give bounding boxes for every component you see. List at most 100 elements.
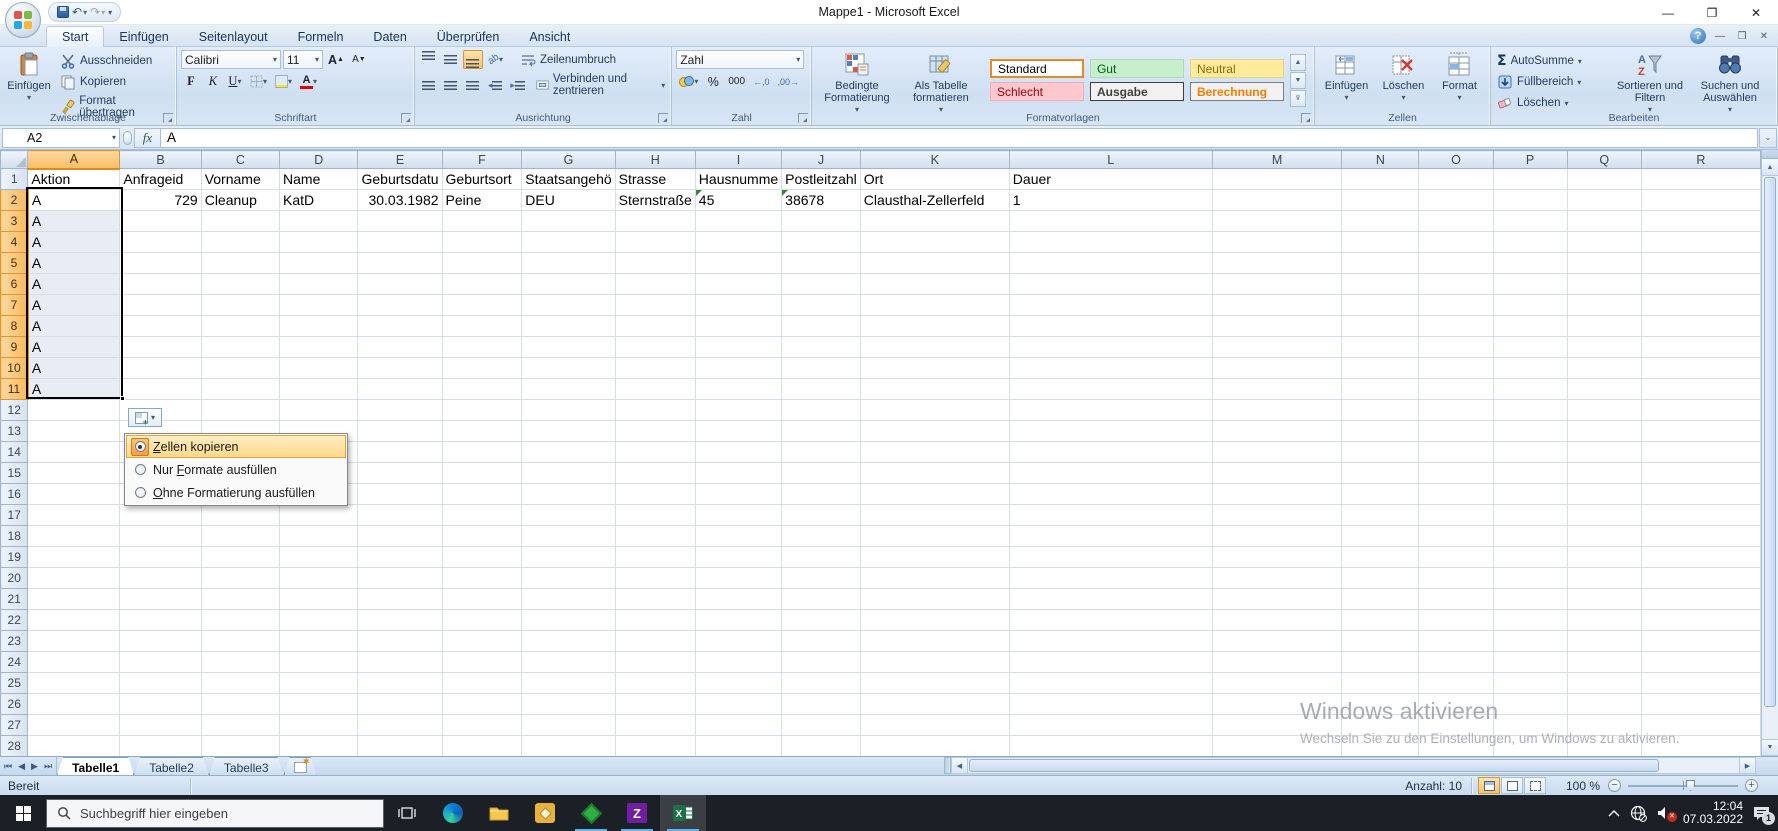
scroll-right-icon[interactable]: ▶ <box>1739 757 1756 774</box>
cell-J12[interactable] <box>781 399 861 421</box>
cell-H5[interactable] <box>615 252 696 274</box>
cell-R2[interactable] <box>1641 189 1761 211</box>
cell-P2[interactable] <box>1493 189 1568 211</box>
cell-L11[interactable] <box>1009 378 1213 400</box>
cell-K3[interactable] <box>860 210 1010 232</box>
cell-I26[interactable] <box>695 693 783 715</box>
cell-G10[interactable] <box>521 357 616 379</box>
cell-B2[interactable]: 729 <box>119 189 202 211</box>
cell-F4[interactable] <box>442 231 523 253</box>
cell-B17[interactable] <box>119 504 202 526</box>
cell-I21[interactable] <box>695 588 783 610</box>
cell-R10[interactable] <box>1641 357 1761 379</box>
cell-P24[interactable] <box>1493 651 1568 673</box>
currency-button[interactable]: ▾ <box>676 72 701 91</box>
cell-Q25[interactable] <box>1567 672 1642 694</box>
gallery-more-icon[interactable]: ⊽ <box>1289 89 1306 107</box>
fill-button[interactable]: Füllbereich ▾ <box>1495 73 1613 91</box>
cell-B18[interactable] <box>119 525 202 547</box>
cell-B23[interactable] <box>119 630 202 652</box>
cell-N11[interactable] <box>1341 378 1420 400</box>
cell-N25[interactable] <box>1341 672 1420 694</box>
col-header-G[interactable]: G <box>521 150 616 169</box>
cell-C9[interactable] <box>201 336 281 358</box>
cell-R20[interactable] <box>1641 567 1761 589</box>
cell-C7[interactable] <box>201 294 281 316</box>
cell-G3[interactable] <box>521 210 616 232</box>
page-break-view-button[interactable] <box>1524 777 1546 794</box>
cell-O22[interactable] <box>1418 609 1494 631</box>
align-bottom-button[interactable] <box>462 50 483 69</box>
col-header-E[interactable]: E <box>357 150 443 169</box>
col-header-K[interactable]: K <box>859 150 1010 169</box>
page-layout-view-button[interactable] <box>1501 777 1523 794</box>
cell-L10[interactable] <box>1009 357 1213 379</box>
cell-L18[interactable] <box>1009 525 1213 547</box>
cell-C19[interactable] <box>201 546 281 568</box>
cell-O9[interactable] <box>1418 336 1494 358</box>
cell-F14[interactable] <box>442 441 523 463</box>
cell-D23[interactable] <box>279 630 359 652</box>
cell-A23[interactable] <box>27 630 121 652</box>
cell-B21[interactable] <box>119 588 202 610</box>
row-header-14[interactable]: 14 <box>0 441 29 463</box>
increase-indent-button[interactable]: ▸ <box>507 76 528 95</box>
row-header-12[interactable]: 12 <box>0 399 29 421</box>
cell-D3[interactable] <box>279 210 359 232</box>
cell-C2[interactable]: Cleanup <box>201 189 281 211</box>
merge-center-button[interactable]: Verbinden und zentrieren ▾ <box>534 72 668 98</box>
cell-R15[interactable] <box>1641 462 1761 484</box>
cell-F26[interactable] <box>442 693 523 715</box>
vertical-scrollbar[interactable]: ▲ ▼ <box>1761 150 1778 756</box>
cell-I16[interactable] <box>695 483 783 505</box>
style-schlecht[interactable]: Schlecht <box>989 82 1084 101</box>
sheet-tab-tabelle2[interactable]: Tabelle2 <box>134 757 209 775</box>
cell-M7[interactable] <box>1212 294 1343 316</box>
cell-C26[interactable] <box>201 693 281 715</box>
cell-J3[interactable] <box>781 210 861 232</box>
cell-A9[interactable]: A <box>27 336 121 358</box>
col-header-R[interactable]: R <box>1640 150 1761 169</box>
cell-K15[interactable] <box>860 462 1010 484</box>
file-explorer-button[interactable] <box>476 795 522 831</box>
cell-B7[interactable] <box>119 294 202 316</box>
cell-G16[interactable] <box>521 483 616 505</box>
cell-J1[interactable]: Postleitzahl <box>781 168 861 190</box>
cell-A20[interactable] <box>27 567 121 589</box>
cell-F23[interactable] <box>442 630 523 652</box>
last-sheet-icon[interactable]: ⏭ <box>44 761 52 772</box>
zoom-in-icon[interactable]: + <box>1745 779 1758 792</box>
cell-M15[interactable] <box>1212 462 1343 484</box>
style-berechnung[interactable]: Berechnung <box>1189 82 1284 101</box>
cell-N22[interactable] <box>1341 609 1420 631</box>
network-globe-icon[interactable] <box>1630 805 1647 822</box>
cell-A21[interactable] <box>27 588 121 610</box>
cell-G22[interactable] <box>521 609 616 631</box>
cell-J16[interactable] <box>781 483 861 505</box>
cell-K23[interactable] <box>860 630 1010 652</box>
cell-L2[interactable]: 1 <box>1009 189 1213 211</box>
cell-P16[interactable] <box>1493 483 1568 505</box>
cell-I22[interactable] <box>695 609 783 631</box>
cell-M9[interactable] <box>1212 336 1343 358</box>
cell-R9[interactable] <box>1641 336 1761 358</box>
cell-C11[interactable] <box>201 378 281 400</box>
cell-R14[interactable] <box>1641 441 1761 463</box>
cell-G27[interactable] <box>521 714 616 736</box>
vertical-scroll-thumb[interactable] <box>1764 177 1776 707</box>
row-header-23[interactable]: 23 <box>0 630 29 652</box>
next-sheet-icon[interactable]: ▶ <box>31 761 38 772</box>
cell-J17[interactable] <box>781 504 861 526</box>
cell-C4[interactable] <box>201 231 281 253</box>
cell-N15[interactable] <box>1341 462 1420 484</box>
cell-J10[interactable] <box>781 357 861 379</box>
cell-D24[interactable] <box>279 651 359 673</box>
cell-D6[interactable] <box>279 273 359 295</box>
cell-G24[interactable] <box>521 651 616 673</box>
format-as-table-button[interactable]: Als Tabelle formatieren ▾ <box>898 50 984 114</box>
comma-style-button[interactable]: 000 <box>725 72 748 91</box>
tab-start[interactable]: Start <box>46 26 105 47</box>
cell-I24[interactable] <box>695 651 783 673</box>
cell-G26[interactable] <box>521 693 616 715</box>
cell-I3[interactable] <box>695 210 783 232</box>
